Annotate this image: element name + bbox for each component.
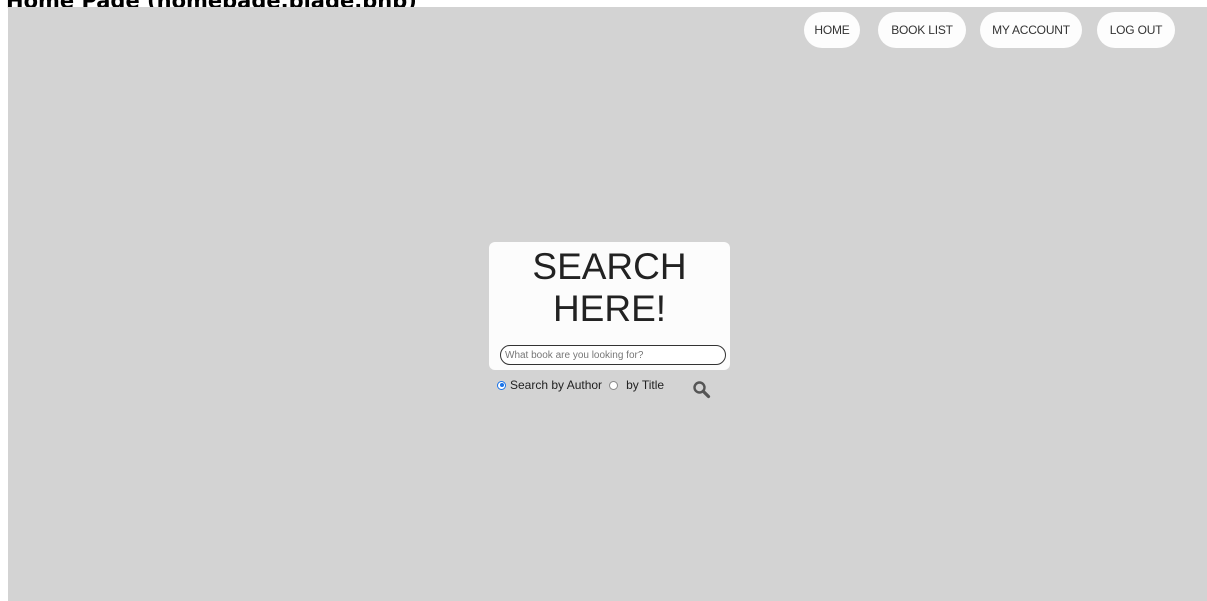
magnifier-icon xyxy=(693,381,711,399)
search-input[interactable] xyxy=(500,345,726,365)
radio-search-by-title-label: by Title xyxy=(626,378,665,392)
nav-home-label: HOME xyxy=(814,23,850,37)
search-card: SEARCH HERE! xyxy=(489,242,730,370)
search-submit-button[interactable] xyxy=(692,380,712,400)
search-mode-options: Search by Author by Title xyxy=(497,377,664,393)
nav-home-button[interactable]: HOME xyxy=(804,12,860,48)
radio-search-by-author-label: Search by Author xyxy=(510,378,603,392)
search-heading: SEARCH HERE! xyxy=(489,246,730,330)
top-nav: HOME BOOK LIST MY ACCOUNT LOG OUT xyxy=(8,12,1207,48)
nav-book-list-label: BOOK LIST xyxy=(891,23,953,37)
page-background: HOME BOOK LIST MY ACCOUNT LOG OUT SEARCH… xyxy=(8,7,1207,601)
radio-search-by-author[interactable] xyxy=(497,380,506,390)
radio-search-by-title[interactable] xyxy=(609,380,619,390)
search-heading-line1: SEARCH xyxy=(532,246,687,287)
nav-log-out-label: LOG OUT xyxy=(1109,23,1163,37)
nav-log-out-button[interactable]: LOG OUT xyxy=(1097,12,1175,48)
search-heading-line2: HERE! xyxy=(552,288,667,329)
nav-book-list-button[interactable]: BOOK LIST xyxy=(878,12,966,48)
nav-my-account-button[interactable]: MY ACCOUNT xyxy=(980,12,1082,48)
nav-my-account-label: MY ACCOUNT xyxy=(992,23,1070,37)
